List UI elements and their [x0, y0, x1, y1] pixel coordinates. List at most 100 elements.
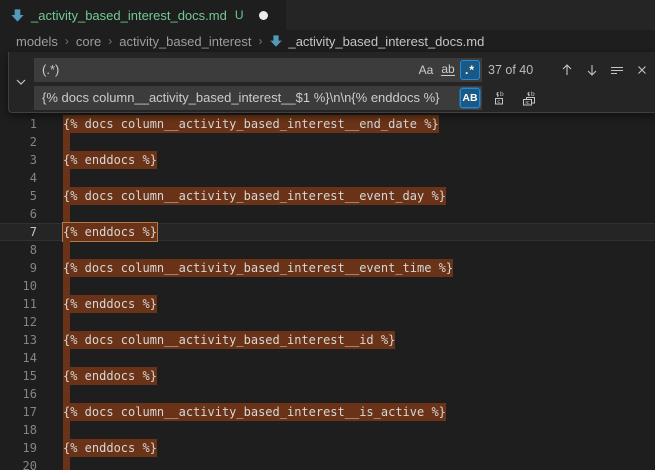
- breadcrumb-separator-icon: ›: [65, 34, 69, 48]
- line-number: 12: [0, 313, 37, 331]
- preserve-case-button[interactable]: AB: [460, 88, 480, 108]
- replace-all-icon: b ıc: [521, 90, 537, 106]
- line-number: 16: [0, 385, 37, 403]
- code-line-text: {% docs column__activity_based_interest_…: [63, 259, 453, 277]
- code-line[interactable]: 12: [0, 313, 655, 331]
- code-line[interactable]: 4: [0, 169, 655, 187]
- use-regex-button[interactable]: .*: [460, 60, 480, 80]
- breadcrumb-separator-icon: ›: [258, 34, 262, 48]
- line-number: 6: [0, 205, 37, 223]
- breadcrumb-activity-based-interest[interactable]: activity_based_interest: [119, 34, 251, 49]
- editor-pane[interactable]: 1 {% docs column__activity_based_interes…: [0, 52, 655, 470]
- code-line[interactable]: 13 {% docs column__activity_based_intere…: [0, 331, 655, 349]
- code-line[interactable]: 7 {% enddocs %}: [0, 223, 655, 241]
- next-match-button[interactable]: [582, 60, 602, 80]
- toggle-replace-button[interactable]: [9, 52, 32, 112]
- close-icon: [634, 62, 650, 78]
- chevron-down-icon: [15, 76, 27, 88]
- code-line[interactable]: 8: [0, 241, 655, 259]
- line-number: 15: [0, 367, 37, 385]
- line-number: 13: [0, 331, 37, 349]
- arrow-down-icon: [584, 62, 600, 78]
- code-line[interactable]: 6: [0, 205, 655, 223]
- line-number: 2: [0, 133, 37, 151]
- regex-icon: .*: [465, 58, 475, 82]
- find-input[interactable]: (.*) Aa ab .*: [34, 58, 482, 82]
- code-line[interactable]: 19 {% enddocs %}: [0, 439, 655, 457]
- line-number: 3: [0, 151, 37, 169]
- match-case-icon: Aa: [419, 58, 434, 82]
- breadcrumb-file-label: _activity_based_interest_docs.md: [288, 34, 484, 49]
- preserve-case-icon: AB: [462, 86, 477, 110]
- code-line[interactable]: 16: [0, 385, 655, 403]
- line-number: 8: [0, 241, 37, 259]
- tab-activity-based-interest-docs[interactable]: _activity_based_interest_docs.md U: [0, 0, 286, 30]
- line-number: 20: [0, 457, 37, 470]
- breadcrumb: models › core › activity_based_interest …: [0, 30, 655, 52]
- code-line-text: [63, 349, 70, 367]
- code-line-text: {% enddocs %}: [63, 295, 157, 313]
- code-line-text: {% enddocs %}: [63, 439, 157, 457]
- code-line[interactable]: 18: [0, 421, 655, 439]
- match-case-button[interactable]: Aa: [416, 60, 436, 80]
- replace-all-button[interactable]: b ıc: [519, 88, 539, 108]
- replace-input[interactable]: {% docs column__activity_based_interest_…: [34, 86, 482, 110]
- code-line[interactable]: 17 {% docs column__activity_based_intere…: [0, 403, 655, 421]
- find-input-value: (.*): [42, 62, 59, 77]
- line-number: 11: [0, 295, 37, 313]
- match-count: 37 of 40: [488, 58, 533, 82]
- code-line-text: [63, 313, 70, 331]
- line-number: 17: [0, 403, 37, 421]
- code-line[interactable]: 15 {% enddocs %}: [0, 367, 655, 385]
- line-number: 14: [0, 349, 37, 367]
- code-line[interactable]: 10: [0, 277, 655, 295]
- code-line[interactable]: 11 {% enddocs %}: [0, 295, 655, 313]
- line-number: 10: [0, 277, 37, 295]
- replace-input-value: {% docs column__activity_based_interest_…: [42, 90, 439, 105]
- find-in-selection-icon: [609, 62, 625, 78]
- code-line[interactable]: 1 {% docs column__activity_based_interes…: [0, 115, 655, 133]
- code-line-text: {% docs column__activity_based_interest_…: [63, 403, 446, 421]
- code-line[interactable]: 3 {% enddocs %}: [0, 151, 655, 169]
- line-number: 9: [0, 259, 37, 277]
- svg-text:ıc: ıc: [525, 100, 530, 106]
- code-line[interactable]: 20: [0, 457, 655, 470]
- tab-bar: _activity_based_interest_docs.md U: [0, 0, 655, 30]
- replace-icon: b c: [493, 90, 509, 106]
- breadcrumb-file[interactable]: _activity_based_interest_docs.md: [269, 34, 484, 49]
- git-status-badge: U: [235, 8, 244, 22]
- code-line-text: [63, 277, 70, 295]
- find-replace-widget: (.*) Aa ab .* 37 of 40 {% d: [8, 52, 655, 113]
- markdown-icon: [269, 34, 283, 48]
- code-line[interactable]: 9 {% docs column__activity_based_interes…: [0, 259, 655, 277]
- line-number: 18: [0, 421, 37, 439]
- code-line[interactable]: 14: [0, 349, 655, 367]
- code-line-text: {% enddocs %}: [63, 367, 157, 385]
- line-number: 19: [0, 439, 37, 457]
- code-line-text: {% docs column__activity_based_interest_…: [63, 115, 439, 133]
- code-line-text: [63, 133, 70, 151]
- code-line-text: [63, 421, 70, 439]
- breadcrumb-models[interactable]: models: [16, 34, 58, 49]
- line-number: 5: [0, 187, 37, 205]
- previous-match-button[interactable]: [557, 60, 577, 80]
- line-number: 1: [0, 115, 37, 133]
- replace-button[interactable]: b c: [491, 88, 511, 108]
- code-line-text: {% enddocs %}: [63, 151, 157, 169]
- find-in-selection-button[interactable]: [607, 60, 627, 80]
- code-line-text: [63, 241, 70, 259]
- svg-text:c: c: [497, 99, 500, 105]
- code-line[interactable]: 2: [0, 133, 655, 151]
- code-line-text: [63, 169, 70, 187]
- code-line[interactable]: 5 {% docs column__activity_based_interes…: [0, 187, 655, 205]
- code-line-text: {% enddocs %}: [63, 223, 157, 241]
- code-line-text: {% docs column__activity_based_interest_…: [63, 331, 395, 349]
- close-find-widget-button[interactable]: [632, 60, 652, 80]
- code-line-text: [63, 385, 70, 403]
- svg-text:b: b: [500, 91, 504, 98]
- whole-word-button[interactable]: ab: [438, 60, 458, 80]
- markdown-icon: [10, 8, 25, 23]
- breadcrumb-core[interactable]: core: [76, 34, 101, 49]
- modified-dot-icon[interactable]: [259, 11, 268, 20]
- line-number: 4: [0, 169, 37, 187]
